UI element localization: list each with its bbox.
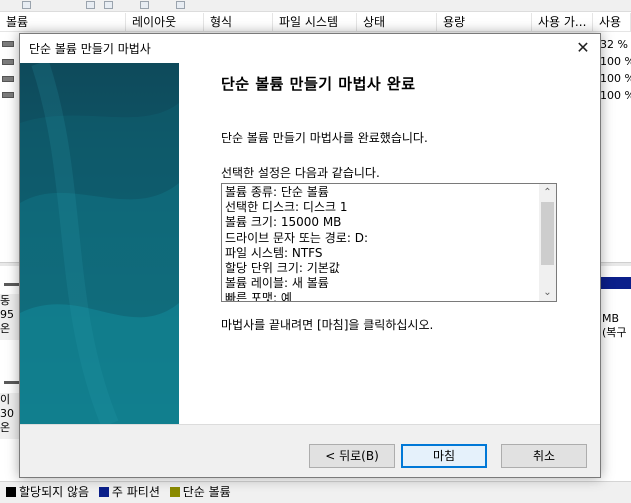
volume-row-icon — [2, 41, 14, 47]
wizard-side-banner — [20, 63, 179, 424]
scroll-down-icon[interactable]: ⌄ — [539, 284, 556, 301]
column-header-status[interactable]: 상태 — [357, 13, 437, 32]
footer-divider — [20, 424, 600, 425]
disk-info-left: 이 30 온 — [0, 393, 20, 439]
setting-line: 파일 시스템: NTFS — [225, 245, 323, 260]
setting-line: 빠른 포맷: 예 — [225, 291, 292, 302]
disk-icon — [4, 381, 20, 384]
simple-volume-swatch — [169, 487, 180, 497]
column-header-volume[interactable]: 볼륨 — [0, 13, 126, 32]
toolbar-button-icon[interactable] — [140, 1, 149, 9]
volume-row-icon — [2, 92, 14, 98]
toolbar-button-icon[interactable] — [22, 1, 31, 9]
dialog-title: 단순 볼륨 만들기 마법사 — [29, 42, 151, 56]
volume-list-header: 볼륨 레이아웃 형식 파일 시스템 상태 용량 사용 가... 사용 — [0, 13, 631, 32]
dialog-titlebar[interactable]: 단순 볼륨 만들기 마법사 ✕ — [20, 34, 600, 63]
disk-info-left: 동 95 온 — [0, 294, 20, 340]
simple-volume-wizard-dialog: 단순 볼륨 만들기 마법사 ✕ 단순 볼륨 만들기 마법사 완료 단순 볼륨 만… — [19, 33, 601, 478]
scroll-up-icon[interactable]: ⌃ — [539, 184, 556, 201]
toolbar-button-icon[interactable] — [176, 1, 185, 9]
setting-line: 선택한 디스크: 디스크 1 — [225, 200, 348, 215]
wizard-heading: 단순 볼륨 만들기 마법사 완료 — [221, 75, 416, 93]
close-icon[interactable]: ✕ — [566, 34, 600, 63]
disk-icon — [4, 283, 20, 286]
background-toolbar — [0, 0, 631, 12]
setting-line: 볼륨 종류: 단순 볼륨 — [225, 185, 329, 199]
setting-line: 볼륨 레이블: 새 볼륨 — [225, 276, 329, 291]
setting-line: 할당 단위 크기: 기본값 — [225, 261, 340, 276]
column-header-filesystem[interactable]: 파일 시스템 — [273, 13, 357, 32]
cancel-button[interactable]: 취소 — [501, 444, 587, 468]
disk-info-line: 온 — [0, 421, 11, 434]
column-header-free-space[interactable]: 사용 가... — [532, 13, 593, 32]
partition-info-line: (복구 — [602, 326, 627, 339]
partition-info-line: MB — [602, 312, 620, 325]
volume-row-percent: 100 % — [600, 89, 631, 102]
wizard-banner-graphic — [20, 63, 179, 424]
toolbar-button-icon[interactable] — [104, 1, 113, 9]
volume-row-percent: 32 % — [600, 38, 628, 51]
primary-partition-bar[interactable] — [600, 277, 631, 289]
legend-simple-volume: 단순 볼륨 — [182, 485, 231, 499]
completion-message: 단순 볼륨 만들기 마법사를 완료했습니다. — [221, 131, 428, 145]
column-header-percent-free[interactable]: 사용 — [593, 13, 631, 32]
column-header-capacity[interactable]: 용량 — [437, 13, 532, 32]
column-header-type[interactable]: 형식 — [204, 13, 273, 32]
back-button[interactable]: < 뒤로(B) — [309, 444, 395, 468]
unallocated-swatch — [6, 487, 16, 497]
setting-line: 볼륨 크기: 15000 MB — [225, 215, 342, 230]
toolbar-button-icon[interactable] — [86, 1, 95, 9]
settings-label: 선택한 설정은 다음과 같습니다. — [221, 166, 380, 180]
finish-instruction: 마법사를 끝내려면 [마침]을 클릭하십시오. — [221, 318, 434, 332]
settings-list: 볼륨 종류: 단순 볼륨 선택한 디스크: 디스크 1 볼륨 크기: 15000… — [225, 185, 368, 302]
finish-button[interactable]: 마침 — [401, 444, 487, 468]
scrollbar-thumb[interactable] — [541, 202, 554, 265]
primary-partition-swatch — [98, 487, 109, 497]
volume-row-icon — [2, 76, 14, 82]
volume-row-percent: 100 % — [600, 72, 631, 85]
volume-row-percent: 100 % — [600, 55, 631, 68]
disk-info-line: 온 — [0, 322, 11, 335]
settings-summary-box[interactable]: 볼륨 종류: 단순 볼륨 선택한 디스크: 디스크 1 볼륨 크기: 15000… — [221, 183, 557, 302]
disk-info-line: 이 — [0, 393, 11, 406]
disk-info-line: 동 — [0, 294, 11, 307]
partition-legend: 할당되지 않음 주 파티션 단순 볼륨 — [0, 481, 631, 503]
legend-unallocated: 할당되지 않음 — [19, 485, 90, 499]
volume-row-icon — [2, 59, 14, 65]
legend-primary-partition: 주 파티션 — [111, 485, 160, 499]
disk-info-line: 30 — [0, 407, 14, 420]
setting-line: 드라이브 문자 또는 경로: D: — [225, 230, 368, 245]
column-header-layout[interactable]: 레이아웃 — [126, 13, 204, 32]
disk-info-line: 95 — [0, 308, 14, 321]
wizard-body: 단순 볼륨 만들기 마법사 완료 단순 볼륨 만들기 마법사를 완료했습니다. … — [20, 63, 600, 424]
settings-scrollbar[interactable]: ⌃ ⌄ — [539, 184, 556, 301]
